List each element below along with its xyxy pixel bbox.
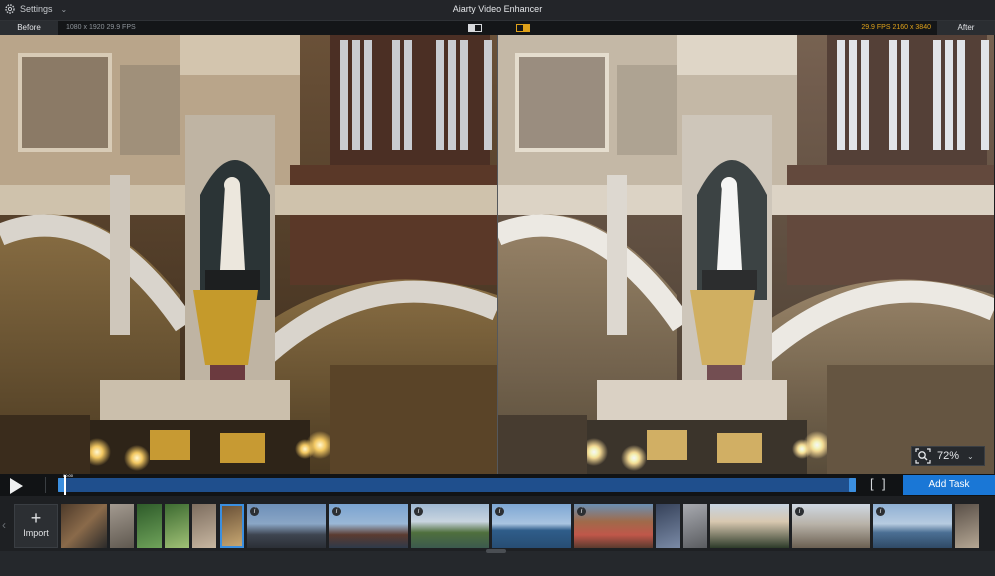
media-thumbnail[interactable]: i (873, 504, 952, 548)
mark-out-button[interactable]: ] (882, 476, 886, 491)
media-thumbnail[interactable] (683, 504, 707, 548)
media-thumbnail[interactable] (955, 504, 979, 548)
trim-end-handle[interactable] (849, 478, 856, 492)
zoom-level: 72% (937, 450, 960, 462)
info-icon: i (495, 507, 504, 516)
timeline-track[interactable] (58, 475, 856, 495)
info-icon: i (414, 507, 423, 516)
before-video-info: 1080 x 1920 29.9 FPS (66, 24, 136, 31)
side-by-side-icon[interactable] (516, 24, 530, 32)
time-marker: 00:00 (63, 473, 74, 478)
after-tab[interactable]: After (937, 21, 995, 35)
media-thumbnail[interactable] (710, 504, 789, 548)
chevron-left-icon[interactable]: ‹ (2, 518, 6, 532)
media-thumbnail[interactable]: i (492, 504, 571, 548)
import-label: Import (23, 528, 49, 538)
preview-viewer[interactable] (0, 35, 995, 474)
compare-divider[interactable] (497, 35, 498, 474)
zoom-fit-icon[interactable] (915, 448, 931, 464)
media-thumbnail[interactable]: i (411, 504, 489, 548)
plus-icon: + (30, 508, 42, 528)
preview-frame (0, 35, 497, 474)
media-thumbnail[interactable] (192, 504, 216, 548)
before-tab[interactable]: Before (0, 21, 58, 35)
transport-bar: 00:00 [ ] Add Task (0, 473, 995, 496)
media-thumbnail[interactable] (110, 504, 134, 548)
media-thumbnail-selected[interactable] (220, 504, 244, 548)
media-thumbnail[interactable]: i (574, 504, 653, 548)
divider (45, 477, 46, 493)
zoom-control[interactable]: 72% ⌄ (911, 446, 985, 466)
chevron-down-icon[interactable]: ⌄ (967, 452, 974, 461)
after-preview (497, 35, 995, 474)
add-task-button[interactable]: Add Task (903, 475, 995, 495)
info-icon: i (332, 507, 341, 516)
info-icon: i (795, 507, 804, 516)
media-thumbnail[interactable] (137, 504, 162, 548)
compare-info-bar: Before 1080 x 1920 29.9 FPS 29.9 FPS 216… (0, 21, 995, 35)
media-thumbnail[interactable]: i (792, 504, 870, 548)
info-icon: i (876, 507, 885, 516)
info-icon: i (577, 507, 586, 516)
preview-frame-enhanced (497, 35, 994, 474)
app-title: Aiarty Video Enhancer (452, 4, 543, 14)
before-preview (0, 35, 497, 474)
media-thumbnail[interactable] (165, 504, 189, 548)
split-view-icon[interactable] (468, 24, 482, 32)
media-thumbnail[interactable] (61, 504, 107, 548)
media-thumbnail[interactable]: i (247, 504, 326, 548)
mark-in-button[interactable]: [ (870, 476, 874, 491)
import-button[interactable]: + Import (14, 504, 58, 548)
info-icon: i (250, 507, 259, 516)
media-thumbnail[interactable] (656, 504, 680, 548)
title-bar: Settings ⌄ Aiarty Video Enhancer (0, 0, 995, 21)
play-icon[interactable] (10, 478, 23, 494)
collapse-handle[interactable] (486, 549, 506, 553)
playhead[interactable] (64, 475, 66, 495)
media-thumbnail[interactable]: i (329, 504, 408, 548)
after-video-info: 29.9 FPS 2160 x 3840 (861, 24, 931, 31)
bottom-bar (0, 549, 995, 576)
